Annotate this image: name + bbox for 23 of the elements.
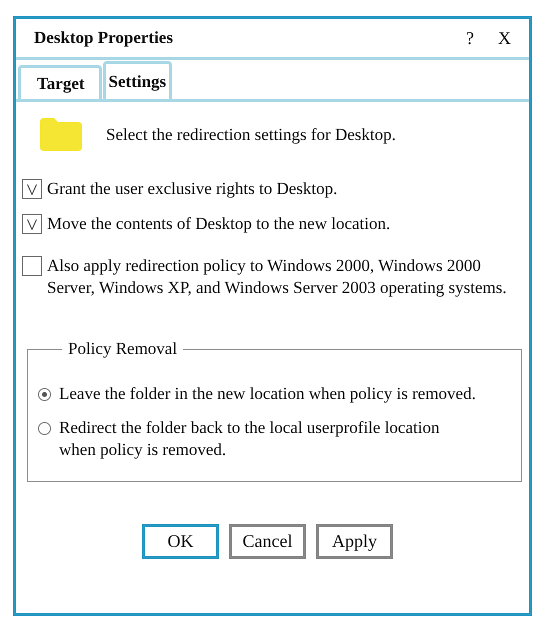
- radio-button[interactable]: [38, 388, 51, 401]
- dialog-button[interactable]: Cancel: [229, 524, 306, 559]
- group-title: Policy Removal: [67, 339, 178, 359]
- help-button[interactable]: ?: [460, 28, 480, 48]
- close-button[interactable]: X: [492, 28, 517, 48]
- checkbox[interactable]: [22, 214, 42, 234]
- tab[interactable]: Target: [18, 65, 102, 99]
- folder-icon: [40, 118, 82, 151]
- check-icon: [27, 184, 37, 194]
- checkbox-label: Also apply redirection policy to Windows 2000, Windows 2000 Server, Windows XP, and Windows Server 2003 operating systems.: [47, 255, 508, 299]
- radio-label: Redirect the folder back to the local userprofile location when policy is removed.: [59, 417, 440, 461]
- window-title: Desktop Properties: [34, 28, 174, 48]
- check-icon: [27, 218, 37, 230]
- checkbox-label: Grant the user exclusive rights to Desktop.: [47, 178, 338, 200]
- tab[interactable]: Settings: [102, 61, 172, 99]
- dialog-button[interactable]: Apply: [316, 524, 393, 559]
- dialog-button[interactable]: OK: [142, 524, 219, 559]
- radio-button[interactable]: [38, 422, 51, 435]
- checkbox-label: Move the contents of Desktop to the new location.: [47, 213, 390, 235]
- checkbox[interactable]: [22, 256, 42, 276]
- intro-text: Select the redirection settings for Desktop.: [106, 124, 396, 146]
- checkbox[interactable]: [22, 179, 42, 199]
- radio-label: Leave the folder in the new location when policy is removed.: [59, 383, 476, 405]
